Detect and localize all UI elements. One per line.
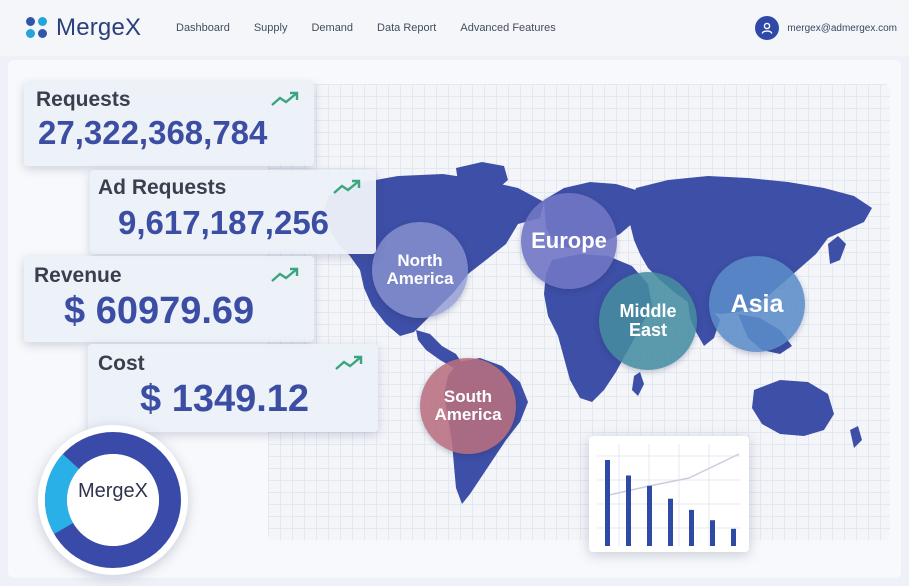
main-nav: Dashboard Supply Demand Data Report Adva… [176, 22, 556, 34]
brand-name: MergeX [56, 14, 142, 41]
requests-label: Requests [36, 88, 131, 111]
mini-bar [731, 528, 736, 546]
user-email: mergex@admergex.com [787, 22, 897, 34]
mini-bar [689, 509, 694, 546]
mini-bar-chart-svg [597, 444, 741, 546]
mergex-logo-icon [26, 17, 48, 39]
cost-label: Cost [98, 352, 145, 375]
requests-card[interactable]: Requests 27,322,368,784 [24, 82, 314, 166]
nav-data-report[interactable]: Data Report [377, 22, 436, 34]
trend-up-icon [335, 355, 363, 370]
trend-up-icon [271, 91, 299, 106]
region-south-america[interactable]: South America [420, 358, 516, 454]
revenue-label: Revenue [34, 264, 122, 287]
trend-up-icon [271, 267, 299, 282]
nav-advanced-features[interactable]: Advanced Features [460, 22, 555, 34]
cost-card[interactable]: Cost $ 1349.12 [88, 344, 378, 432]
user-icon [755, 16, 780, 40]
mini-bar [710, 520, 715, 546]
nav-supply[interactable]: Supply [254, 22, 288, 34]
region-middle-east[interactable]: Middle East [599, 272, 697, 370]
ad-requests-label: Ad Requests [98, 176, 227, 199]
nav-dashboard[interactable]: Dashboard [176, 22, 230, 34]
ad-requests-value: 9,617,187,256 [118, 204, 330, 241]
mini-bar [626, 475, 631, 546]
top-bar: MergeX Dashboard Supply Demand Data Repo… [0, 0, 909, 56]
requests-value: 27,322,368,784 [38, 114, 268, 151]
trend-up-icon [333, 179, 361, 194]
map-new-zealand [850, 426, 862, 448]
region-asia[interactable]: Asia [709, 256, 805, 352]
region-north-america[interactable]: North America [372, 222, 468, 318]
map-madagascar [632, 372, 644, 396]
nav-demand[interactable]: Demand [311, 22, 353, 34]
revenue-value: $ 60979.69 [64, 290, 255, 332]
revenue-card[interactable]: Revenue $ 60979.69 [24, 256, 314, 342]
map-japan [828, 236, 846, 264]
brand-logo[interactable]: MergeX [26, 14, 141, 42]
user-menu[interactable]: mergex@admergex.com [755, 16, 897, 40]
map-australia [752, 380, 834, 436]
ad-requests-card[interactable]: Ad Requests 9,617,187,256 [90, 170, 376, 254]
mini-bar [605, 460, 610, 546]
region-europe[interactable]: Europe [521, 193, 617, 289]
mini-bar-chart [589, 436, 749, 552]
cost-value: $ 1349.12 [140, 378, 310, 420]
mini-bar [668, 498, 673, 546]
mini-bar [647, 485, 652, 546]
donut-label: MergeX [77, 480, 149, 502]
